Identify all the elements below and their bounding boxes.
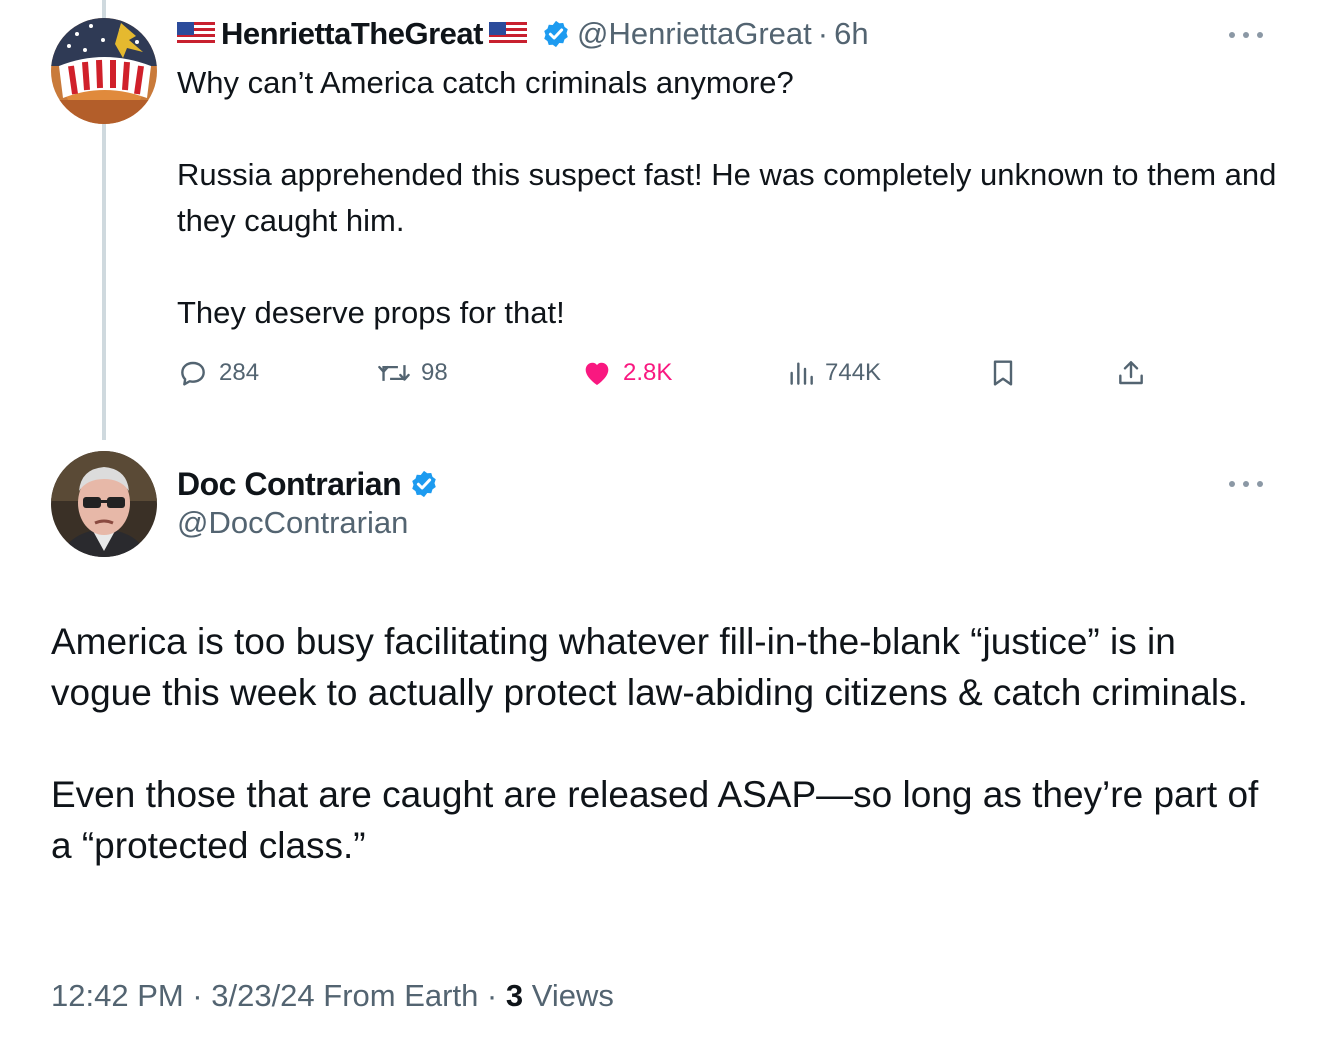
- tweet1-actions: 284 98 2.8K 744K: [177, 352, 1157, 394]
- tweet1-header: HenriettaTheGreat @HenriettaGreat · 6h: [177, 14, 869, 54]
- share-button[interactable]: [1115, 352, 1147, 394]
- like-count: 2.8K: [623, 359, 673, 386]
- tweet2-paragraph: America is too busy facilitating whateve…: [51, 621, 1248, 713]
- flag-us-icon: [177, 22, 215, 46]
- views-count: 744K: [825, 359, 882, 386]
- reply-icon: [181, 361, 205, 386]
- tweet2-timestamp[interactable]: 12:42 PM · 3/23/24 From Earth ·: [51, 978, 497, 1013]
- reply-button[interactable]: 284: [177, 352, 259, 394]
- repost-count: 98: [421, 359, 448, 386]
- tweet1-time[interactable]: 6h: [834, 16, 868, 52]
- avatar-doc-contrarian[interactable]: [51, 451, 157, 557]
- tweet2-text: America is too busy facilitating whateve…: [51, 616, 1281, 871]
- bookmark-button[interactable]: [987, 352, 1019, 394]
- tweet2-header: Doc Contrarian: [177, 462, 439, 506]
- verified-badge-icon: [544, 20, 568, 48]
- heart-icon: [585, 362, 609, 385]
- tweet2-paragraph: Even those that are caught are released …: [51, 774, 1259, 866]
- like-button[interactable]: 2.8K: [581, 352, 672, 394]
- more-icon[interactable]: [1229, 478, 1263, 490]
- tweet2-views-label: Views: [531, 978, 614, 1013]
- tweet1-text: Why can’t America catch criminals anymor…: [177, 60, 1287, 336]
- bookmark-icon: [993, 360, 1013, 386]
- flag-us-icon: [488, 22, 527, 46]
- share-icon: [1119, 361, 1143, 385]
- tweet1-paragraph: Why can’t America catch criminals anymor…: [177, 65, 794, 100]
- more-icon[interactable]: [1229, 29, 1263, 41]
- tweet2-meta: 12:42 PM · 3/23/24 From Earth · 3 Views: [51, 978, 614, 1014]
- tweet2-views-count: 3: [505, 978, 524, 1013]
- tweet1-paragraph: They deserve props for that!: [177, 295, 565, 330]
- tweet1-display-name[interactable]: HenriettaTheGreat: [221, 16, 483, 52]
- separator-dot: ·: [817, 16, 829, 51]
- verified-badge-icon: [412, 470, 436, 498]
- repost-icon: [378, 365, 410, 381]
- tweet2-handle[interactable]: @DocContrarian: [177, 505, 408, 541]
- tweet2-display-name[interactable]: Doc Contrarian: [177, 466, 402, 503]
- avatar-henrietta[interactable]: [51, 18, 157, 124]
- views-icon: [790, 362, 813, 385]
- repost-button[interactable]: 98: [377, 352, 448, 394]
- reply-count: 284: [219, 359, 260, 386]
- tweet1-paragraph: Russia apprehended this suspect fast! He…: [177, 157, 1277, 238]
- views-button[interactable]: 744K: [787, 352, 881, 394]
- tweet1-handle[interactable]: @HenriettaGreat: [577, 16, 812, 52]
